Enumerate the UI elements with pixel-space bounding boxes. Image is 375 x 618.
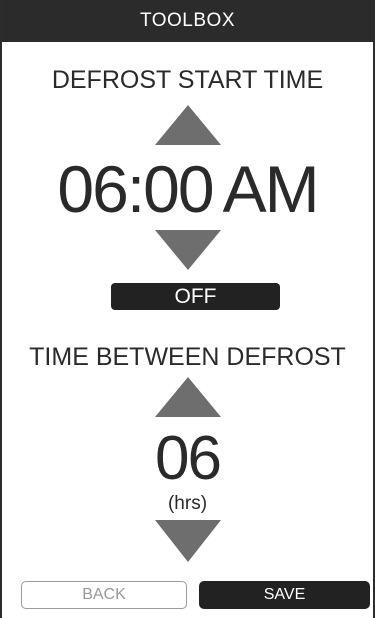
- defrost-toggle-label: OFF: [174, 284, 217, 308]
- page-title: TOOLBOX: [139, 10, 235, 31]
- toolbox-screen: TOOLBOX DEFROST START TIME 06:00 AM OFF T…: [0, 0, 375, 618]
- triangle-up-icon: [154, 377, 221, 417]
- title-bar: TOOLBOX: [2, 0, 373, 42]
- interval-decrease-button[interactable]: [154, 520, 221, 562]
- start-time-meridiem: AM: [222, 152, 320, 226]
- defrost-start-label: DEFROST START TIME: [51, 66, 324, 94]
- triangle-up-icon: [154, 105, 221, 145]
- back-button[interactable]: BACK: [21, 581, 187, 609]
- save-button-label: SAVE: [263, 586, 306, 603]
- start-time-increase-button[interactable]: [154, 105, 221, 145]
- start-time-decrease-button[interactable]: [154, 230, 221, 270]
- back-button-label: BACK: [82, 586, 126, 603]
- save-button[interactable]: SAVE: [199, 581, 370, 609]
- triangle-down-icon: [154, 520, 221, 562]
- interval-unit: (hrs): [167, 493, 208, 514]
- triangle-down-icon: [154, 230, 221, 270]
- start-time-value: 06:00: [57, 152, 214, 226]
- interval-increase-button[interactable]: [154, 377, 221, 417]
- interval-value: 06: [155, 424, 222, 493]
- start-time-display: 06:00 AM: [2, 152, 373, 226]
- time-between-label: TIME BETWEEN DEFROST: [29, 343, 346, 371]
- defrost-toggle-button[interactable]: OFF: [111, 283, 280, 310]
